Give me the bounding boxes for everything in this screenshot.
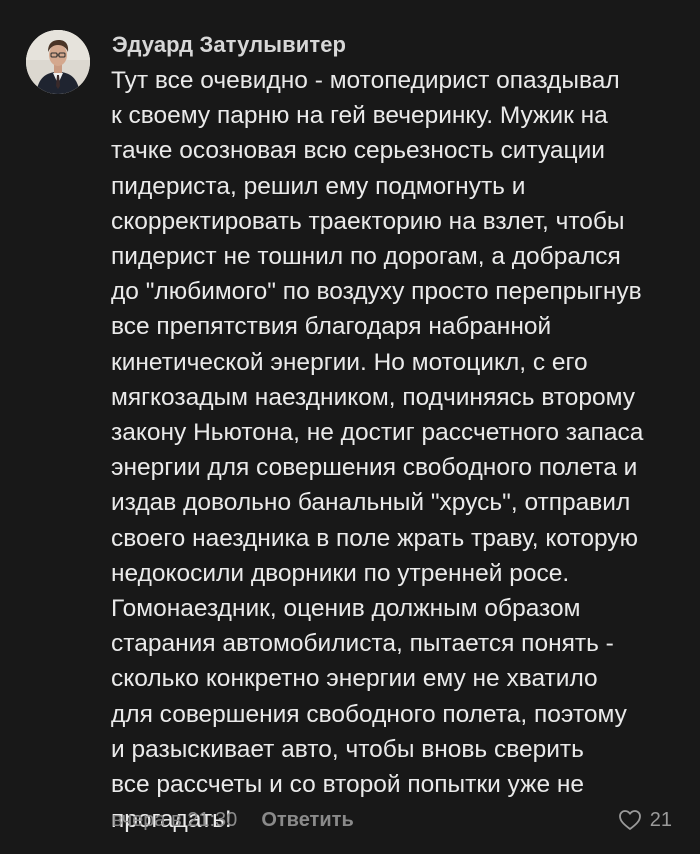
comment-text-line: все препятствия благодаря набранной	[111, 313, 552, 341]
comment-text-line: Гомонаездник, оценив должным образом	[111, 595, 581, 623]
comment-footer: вчера в 21:30 Ответить	[112, 806, 354, 834]
comment-text-line: энергии для совершения свободного полета…	[111, 454, 638, 482]
comment-text-line: скорректировать траекторию на взлет, что…	[111, 207, 625, 235]
comment-text-line: к своему парню на гей вечеринку. Мужик н…	[111, 102, 608, 130]
heart-outline-icon	[618, 810, 641, 830]
comment-text-line: недокосили дворники по утренней росе.	[111, 559, 570, 587]
comment-text: Тут все очевидно - мотопедирист опаздыва…	[111, 63, 686, 837]
comment-text-line: тачке осозновая всю серьезность ситуации	[111, 137, 605, 165]
comment-text-line: кинетической энергии. Но мотоцикл, с его	[111, 348, 588, 376]
comment-timestamp: вчера в 21:30	[112, 808, 238, 831]
comment-text-line: издав довольно банальный "хрусь", отправ…	[111, 489, 631, 517]
comment-text-line: мягкозадым наездником, подчиняясь втором…	[111, 383, 635, 411]
comment-text-line: своего наездника в поле жрать траву, кот…	[111, 524, 639, 552]
avatar-image	[26, 30, 90, 94]
comment-text-line: и разыскивает авто, чтобы вновь сверить	[111, 735, 584, 763]
comment: Эдуард Затулывитер Тут все очевидно - мо…	[0, 0, 700, 854]
like-button[interactable]: 21	[618, 805, 672, 835]
author-avatar[interactable]	[26, 30, 90, 94]
author-name[interactable]: Эдуард Затулывитер	[112, 32, 346, 58]
like-count: 21	[649, 808, 672, 831]
reply-button[interactable]: Ответить	[261, 809, 353, 832]
comment-text-line: Тут все очевидно - мотопедирист опаздыва…	[111, 67, 620, 94]
comment-text-line: закону Ньютона, не достиг рассчетного за…	[111, 419, 644, 447]
comment-text-line: пидерист не тошнил по дорогам, а добралс…	[111, 243, 621, 271]
comment-text-line: сколько конкретно энергии ему не хватило	[111, 665, 598, 693]
comment-text-line: для совершения свободного полета, поэтом…	[111, 700, 627, 728]
comment-text-line: старания автомобилиста, пытается понять …	[111, 630, 614, 658]
comment-text-line: пидериста, решил ему подмогнуть и	[111, 172, 526, 200]
comment-text-line: до "любимого" по воздуху просто перепрыг…	[111, 278, 642, 306]
comment-text-line: все рассчеты и со второй попытки уже не	[111, 771, 585, 799]
